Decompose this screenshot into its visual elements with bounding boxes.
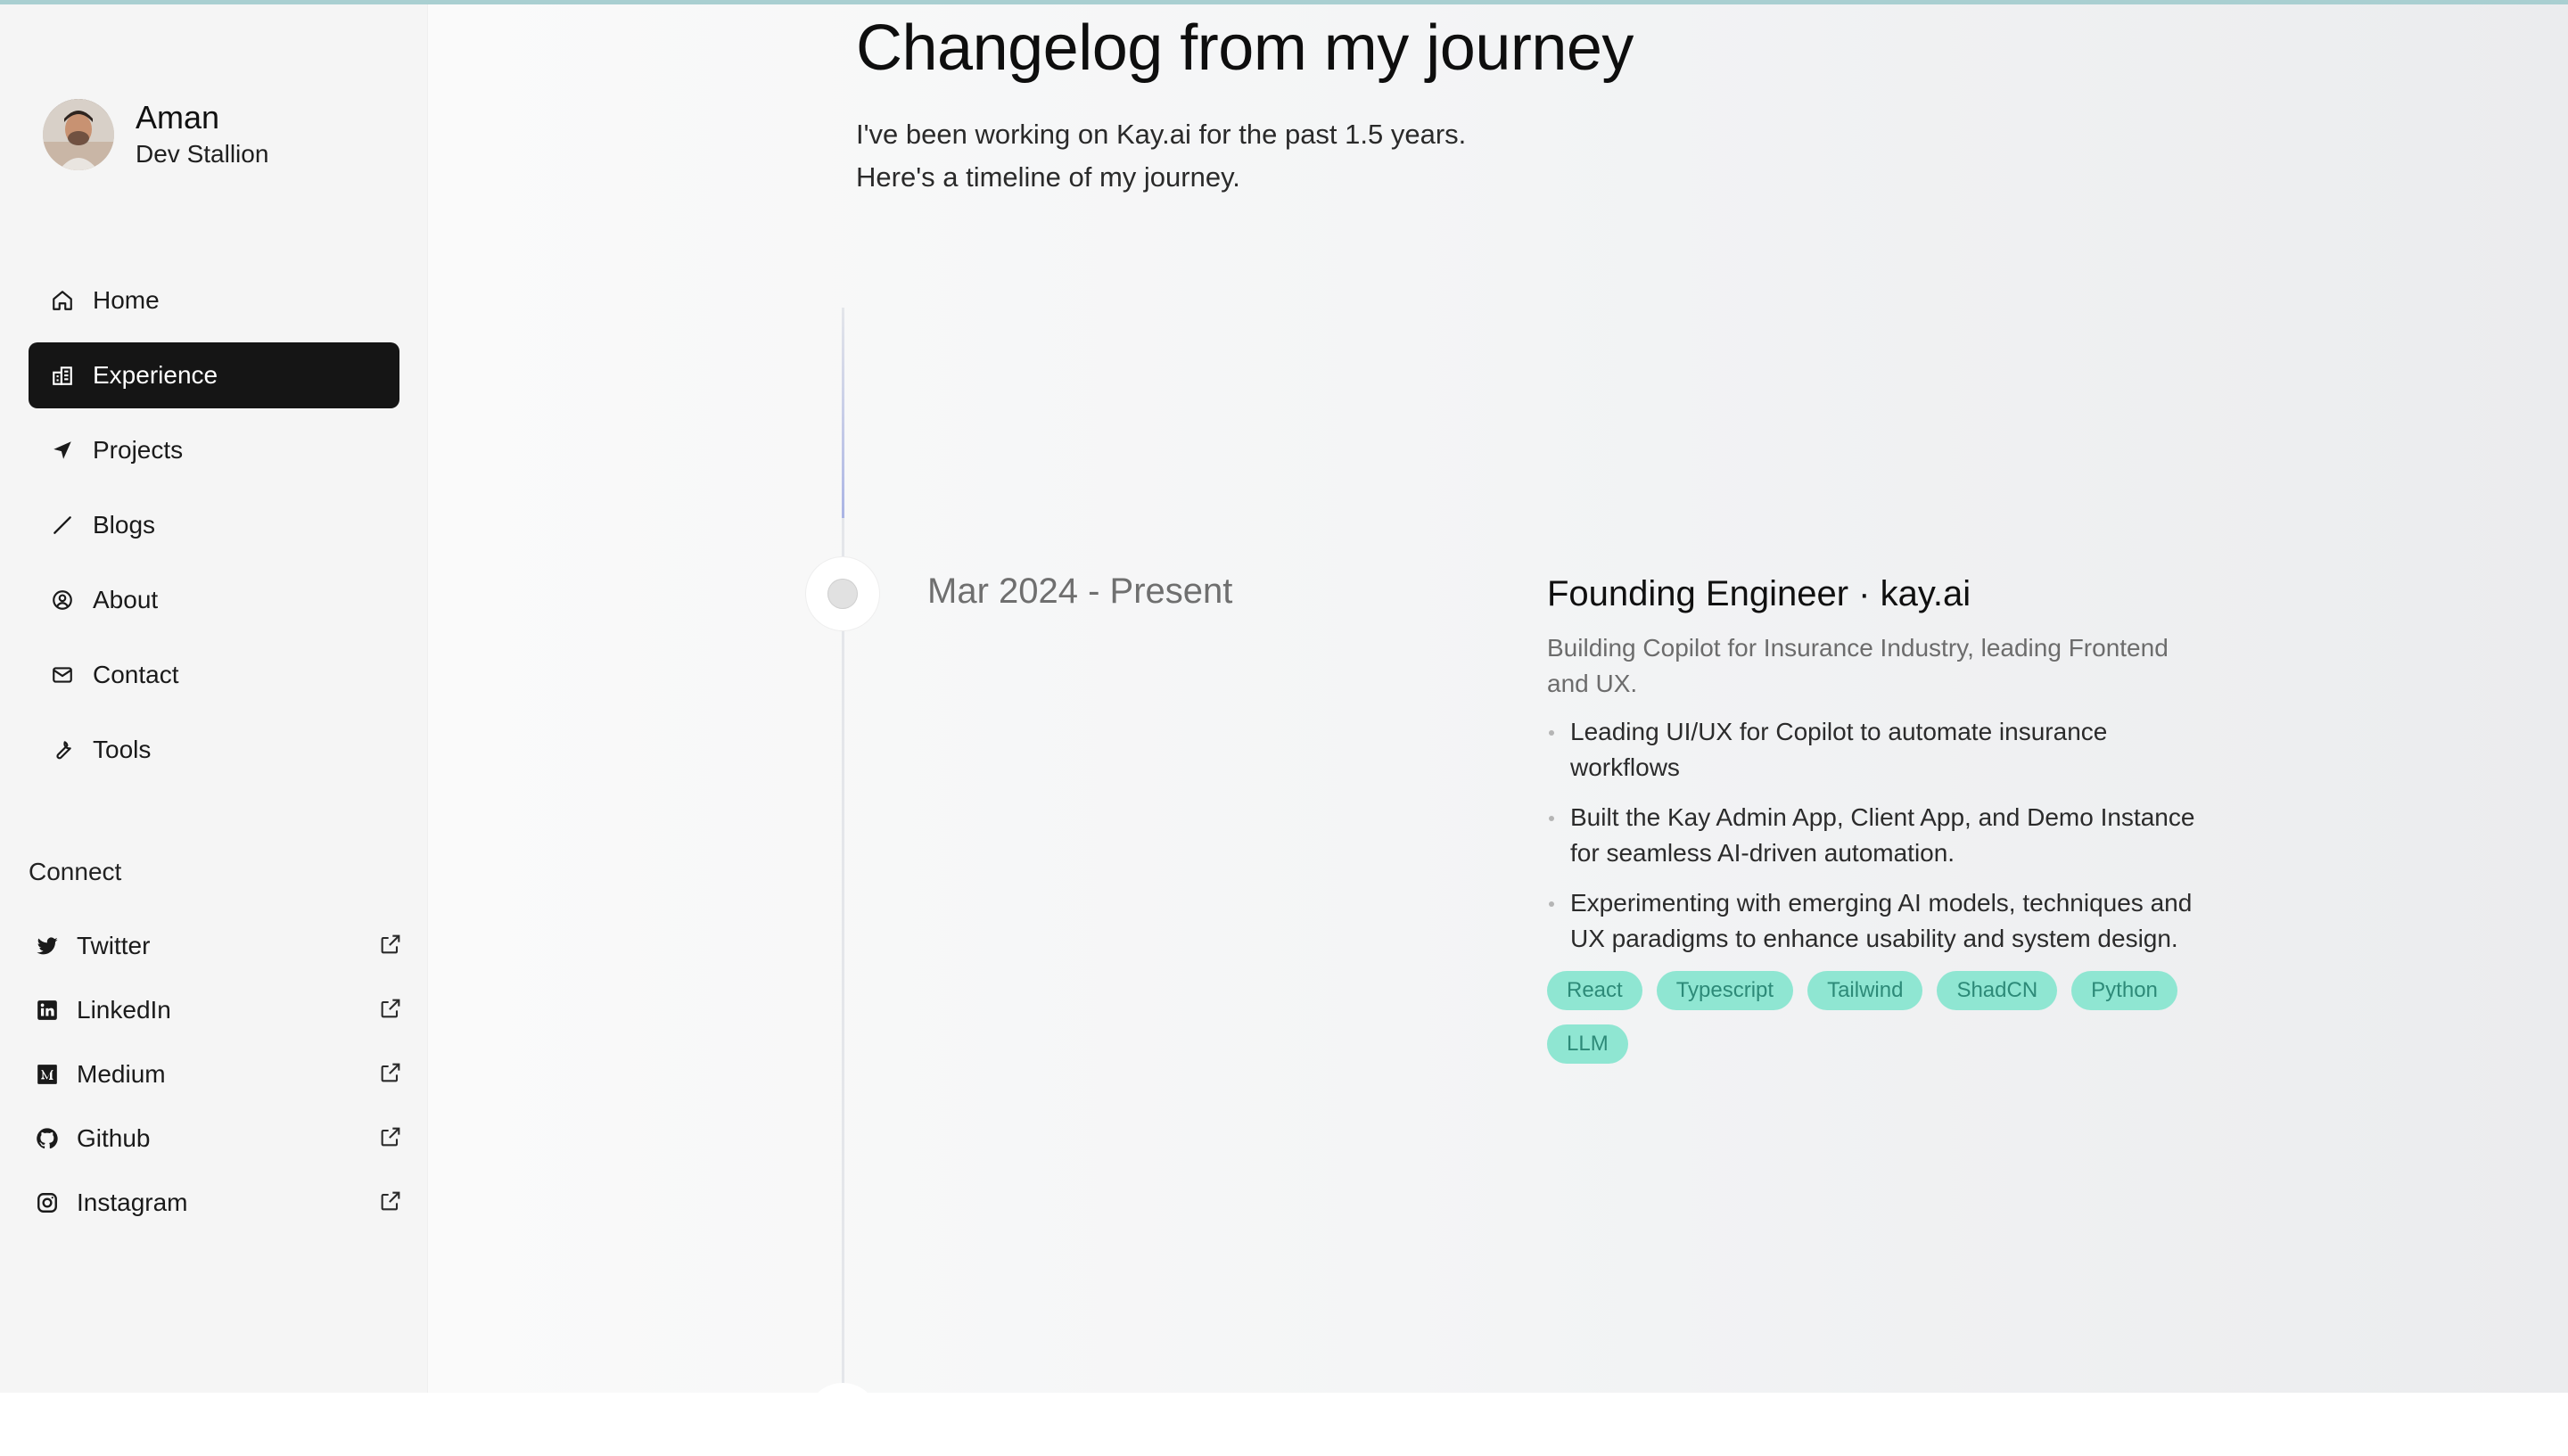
wrench-icon: [50, 737, 75, 762]
sidebar-item-label: Blogs: [93, 511, 156, 539]
sidebar-item-experience[interactable]: Experience: [29, 342, 399, 408]
connect-link-instagram[interactable]: Instagram: [29, 1171, 403, 1235]
sidebar-item-blogs[interactable]: Blogs: [29, 492, 399, 558]
page-title: Changelog from my journey: [856, 12, 1634, 84]
user-circle-icon: [50, 588, 75, 613]
sidebar-item-label: Contact: [93, 661, 179, 688]
sidebar-item-projects[interactable]: Projects: [29, 417, 399, 483]
tech-tags: React Typescript Tailwind ShadCN Python …: [1547, 971, 2207, 1078]
tag-typescript: Typescript: [1656, 971, 1794, 1010]
entry-bullets: Leading UI/UX for Copilot to automate in…: [1547, 714, 2207, 957]
external-link-icon: [378, 996, 403, 1021]
external-link-icon: [378, 932, 403, 957]
connect-link-label: LinkedIn: [77, 996, 171, 1024]
sidebar-item-contact[interactable]: Contact: [29, 642, 399, 708]
tag-python: Python: [2071, 971, 2177, 1010]
connect-link-label: Github: [77, 1124, 151, 1152]
connect-link-github[interactable]: Github: [29, 1106, 403, 1171]
connect-heading: Connect: [29, 858, 122, 885]
list-item: Experimenting with emerging AI models, t…: [1547, 885, 2207, 957]
connect-list: Twitter LinkedIn Medium Github Instagram: [29, 914, 403, 1235]
main-content: Changelog from my journey I've been work…: [428, 4, 2568, 1456]
sidebar-item-about[interactable]: About: [29, 567, 399, 633]
connect-link-label: Twitter: [77, 932, 151, 959]
timeline-node: [806, 557, 879, 630]
send-icon: [50, 438, 75, 463]
tag-shadcn: ShadCN: [1937, 971, 2058, 1010]
profile-subtitle: Dev Stallion: [136, 140, 269, 168]
building-icon: [50, 363, 75, 388]
sidebar-item-label: Home: [93, 286, 160, 314]
external-link-icon: [378, 1060, 403, 1085]
intro-line: I've been working on Kay.ai for the past…: [856, 119, 1467, 150]
tag-tailwind: Tailwind: [1807, 971, 1923, 1010]
sidebar-item-label: Projects: [93, 436, 184, 464]
sidebar-item-label: Experience: [93, 361, 218, 389]
intro-line: Here's a timeline of my journey.: [856, 161, 1240, 193]
sidebar-nav: Home Experience Projects Blogs About Con…: [29, 267, 399, 792]
github-icon: [34, 1125, 61, 1152]
mail-icon: [50, 662, 75, 687]
profile[interactable]: Aman Dev Stallion: [43, 98, 268, 171]
entry-description: Building Copilot for Insurance Industry,…: [1547, 634, 2169, 697]
entry-title: Founding Engineer · kay.ai: [1547, 574, 1971, 613]
sidebar-item-label: Tools: [93, 736, 152, 763]
list-item: Leading UI/UX for Copilot to automate in…: [1547, 714, 2207, 786]
instagram-icon: [34, 1189, 61, 1216]
home-icon: [50, 288, 75, 313]
connect-link-linkedin[interactable]: LinkedIn: [29, 978, 403, 1042]
external-link-icon: [378, 1124, 403, 1149]
twitter-icon: [34, 933, 61, 959]
sidebar-item-tools[interactable]: Tools: [29, 717, 399, 783]
connect-link-twitter[interactable]: Twitter: [29, 914, 403, 978]
page-intro: I've been working on Kay.ai for the past…: [856, 113, 1466, 199]
timeline-node-dot: [827, 579, 858, 609]
tag-react: React: [1547, 971, 1642, 1010]
timeline-period: Mar 2024 - Present: [927, 572, 1233, 611]
list-item: Built the Kay Admin App, Client App, and…: [1547, 800, 2207, 871]
timeline-progress: [842, 308, 844, 518]
sidebar: Aman Dev Stallion Home Experience Projec…: [0, 4, 428, 1393]
medium-icon: [34, 1061, 61, 1088]
tag-llm: LLM: [1547, 1024, 1628, 1064]
connect-link-medium[interactable]: Medium: [29, 1042, 403, 1106]
profile-name: Aman: [136, 99, 220, 136]
pencil-icon: [50, 513, 75, 538]
external-link-icon: [378, 1189, 403, 1213]
linkedin-icon: [34, 997, 61, 1024]
connect-link-label: Medium: [77, 1060, 166, 1088]
sidebar-item-label: About: [93, 586, 159, 613]
timeline-node-next: [806, 1383, 879, 1456]
timeline-entry: Founding Engineer · kay.ai Building Copi…: [1547, 572, 2207, 1078]
avatar: [43, 99, 114, 170]
connect-link-label: Instagram: [77, 1189, 188, 1216]
sidebar-item-home[interactable]: Home: [29, 267, 399, 333]
